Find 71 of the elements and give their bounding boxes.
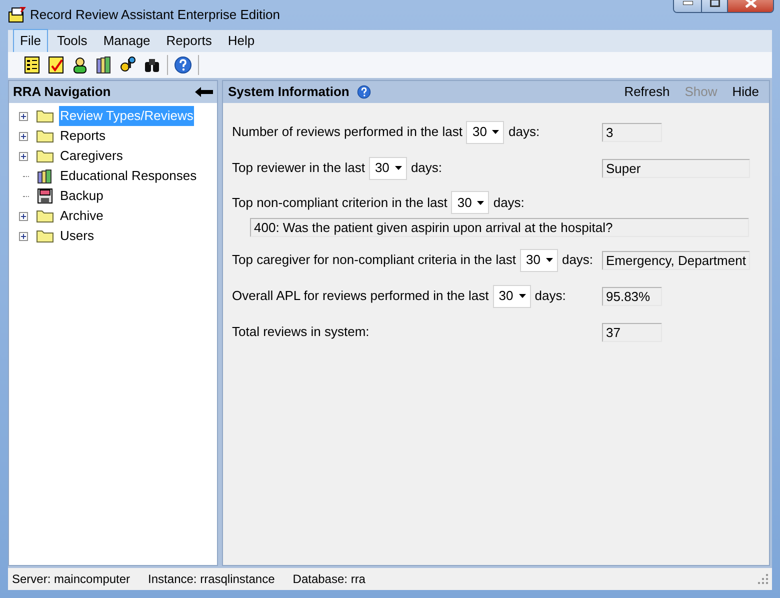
tree-item[interactable]: Backup <box>59 186 104 206</box>
menu-item[interactable]: Help <box>220 29 262 53</box>
period-dropdown[interactable]: 30 <box>368 156 407 180</box>
help-icon[interactable] <box>174 56 192 74</box>
value-field: 95.83% <box>602 286 662 306</box>
value-field: Emergency, Department <box>602 250 750 270</box>
person-icon[interactable] <box>71 56 89 74</box>
row-label: Top reviewer in the last <box>232 159 365 178</box>
period-dropdown[interactable]: 30 <box>466 120 504 144</box>
row-label: days: <box>534 287 566 306</box>
tree-item[interactable]: Educational Responses <box>59 166 198 186</box>
expand-icon[interactable] <box>19 112 28 120</box>
menu-item[interactable]: File <box>13 29 48 53</box>
row-label: Overall APL for reviews performed in the last <box>232 287 489 306</box>
row-label: days: <box>410 159 442 178</box>
expand-icon[interactable] <box>19 212 28 220</box>
checklist-icon[interactable] <box>23 56 41 74</box>
expand-icon[interactable] <box>19 152 28 160</box>
pin-arrow-icon[interactable] <box>195 87 213 97</box>
caret-icon <box>394 166 402 170</box>
row-label: Total reviews in system: <box>232 323 370 342</box>
value-field: 3 <box>602 122 662 142</box>
folder-icon <box>36 149 54 163</box>
checkmark-document-icon[interactable] <box>47 56 65 74</box>
panel-title: System Information <box>228 83 350 102</box>
row-label: Top non-compliant criterion in the last <box>232 194 448 212</box>
tree-item[interactable]: Archive <box>59 206 104 226</box>
resize-grip-icon[interactable] <box>758 574 768 584</box>
tree-item[interactable]: Users <box>59 226 95 246</box>
tree-item[interactable]: Caregivers <box>59 146 124 166</box>
caret-icon <box>477 200 484 204</box>
keys-icon[interactable] <box>119 56 137 74</box>
period-dropdown[interactable]: 30 <box>492 284 531 308</box>
books-icon <box>37 168 53 184</box>
folder-icon <box>36 229 54 243</box>
caret-icon <box>518 294 526 298</box>
binoculars-icon[interactable] <box>143 56 161 74</box>
folder-icon <box>36 109 54 123</box>
caret-icon <box>492 130 500 134</box>
caret-icon <box>546 258 553 262</box>
close-icon <box>744 0 756 8</box>
row-label: days: <box>562 251 594 270</box>
help-icon[interactable] <box>357 85 372 99</box>
row-label: Top caregiver for non-compliant criteria in the last <box>232 251 516 270</box>
menu-item[interactable]: Reports <box>159 29 219 53</box>
period-dropdown[interactable]: 30 <box>451 191 490 214</box>
app-icon <box>8 7 26 23</box>
value-field: 400: Was the patient given aspirin upon arrival at the hospital? <box>250 218 749 237</box>
menu-item[interactable]: Tools <box>50 29 94 53</box>
value-field: Super <box>602 158 750 178</box>
folder-icon <box>36 129 54 143</box>
period-dropdown[interactable]: 30 <box>520 248 558 272</box>
menu-item[interactable]: Manage <box>96 29 158 53</box>
status-text: Server: maincomputer <box>12 571 130 588</box>
panel-action-link[interactable]: Hide <box>732 82 759 102</box>
tree-item[interactable]: Reports <box>59 126 107 146</box>
minimize-icon <box>682 0 692 4</box>
maximize-icon <box>710 0 720 6</box>
folder-icon <box>36 209 54 223</box>
status-text: Database: rra <box>292 571 366 588</box>
expand-icon[interactable] <box>19 132 28 140</box>
row-label: Number of reviews performed in the last <box>232 123 462 142</box>
value-field: 37 <box>602 322 662 342</box>
panel-action-link[interactable]: Refresh <box>624 82 670 102</box>
row-label: days: <box>493 194 524 212</box>
row-label: days: <box>508 123 540 142</box>
expand-icon[interactable] <box>19 232 28 240</box>
window-title: Record Review Assistant Enterprise Edition <box>30 6 280 24</box>
panel-title: RRA Navigation <box>13 83 111 102</box>
status-text: Instance: rrasqlinstance <box>148 571 275 588</box>
books-icon[interactable] <box>95 56 113 74</box>
